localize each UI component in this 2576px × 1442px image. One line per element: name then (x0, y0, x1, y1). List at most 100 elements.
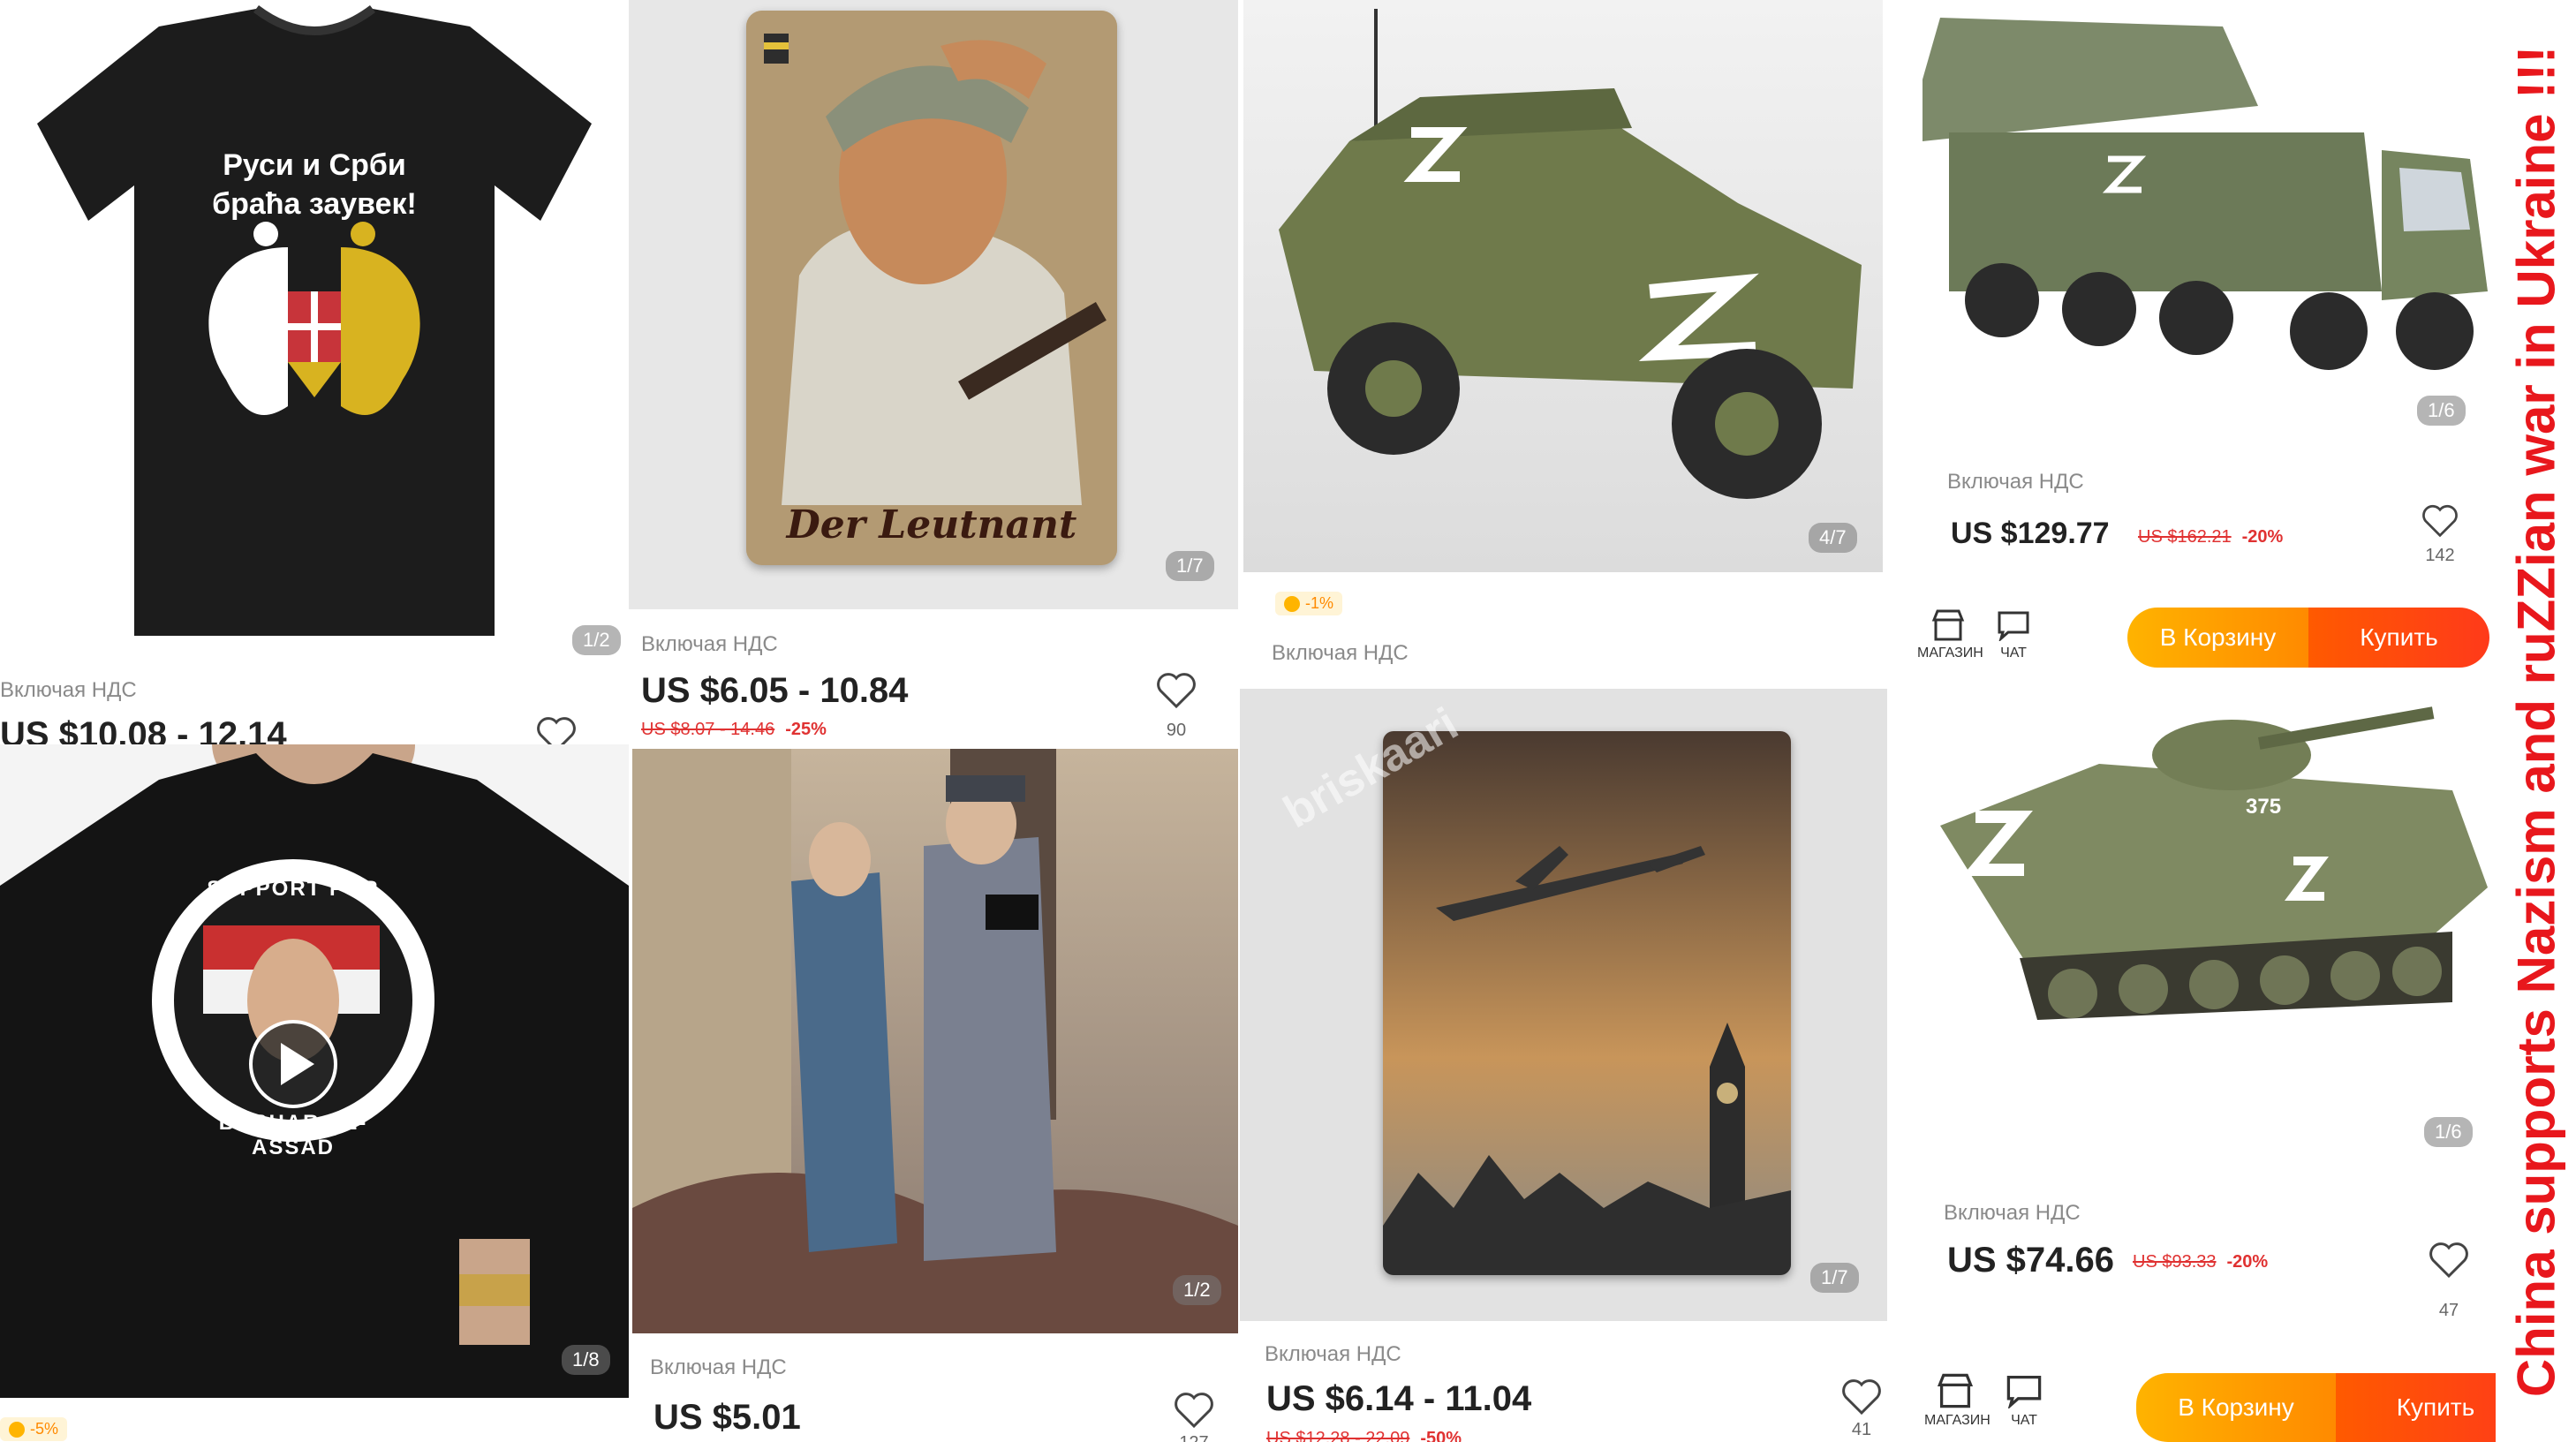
vat-label: Включая НДС (641, 632, 778, 656)
shirt-line-1: Руси и Срби (223, 148, 406, 182)
heart-icon[interactable] (2421, 503, 2459, 539)
poster-title: Der Leutnant (786, 502, 1077, 547)
product-card-z-vehicle-model[interactable]: 4/7 -1% Включая НДС (1238, 0, 1887, 689)
price: US $10.08 - 12.14 (0, 715, 287, 744)
product-photo[interactable]: Руси и Срби браћа заувек! 1/2 (0, 0, 629, 662)
product-photo[interactable]: 1/2 (632, 749, 1238, 1333)
heart-icon[interactable] (2428, 1241, 2470, 1280)
image-counter: 1/2 (572, 625, 621, 655)
old-price: US $8.07 - 14.46 -25% (641, 720, 827, 740)
product-photo[interactable]: Der Leutnant 1/7 (629, 0, 1238, 609)
buy-now-button[interactable]: Купить (2336, 1373, 2496, 1442)
product-card-tshirt-russia-serbia[interactable]: Руси и Срби браћа заувек! 1/2 Включая НД… (0, 0, 629, 744)
chat-button[interactable]: ЧАТ (1983, 609, 2044, 661)
badge-bottom-text: BASHAR AL-ASSAD (218, 1111, 368, 1159)
old-price-value: US $93.33 (2133, 1252, 2217, 1272)
image-counter: 1/7 (1166, 551, 1214, 581)
product-card-v1-london-sign[interactable]: briskaari 1/7 Включая НДС US $6.14 - 11.… (1238, 689, 1887, 1442)
old-price-value: US $12.28 - 22.09 (1266, 1429, 1410, 1442)
chat-icon (2006, 1375, 2042, 1410)
discount-percent: -25% (785, 720, 827, 739)
vat-label: Включая НДС (1272, 641, 1409, 665)
store-icon (1937, 1373, 1974, 1408)
store-button[interactable]: МАГАЗИН (1917, 609, 1983, 661)
image-counter: 1/6 (2424, 1117, 2473, 1147)
banner-text: China supports Nazism and ruZZian war in… (2506, 45, 2565, 1397)
likes-count: 47 (2438, 1301, 2459, 1320)
heart-icon[interactable] (1840, 1378, 1883, 1416)
price: US $5.01 (653, 1398, 801, 1437)
price: US $129.77 (1951, 517, 2110, 550)
price: US $6.14 - 11.04 (1266, 1379, 1532, 1418)
old-price: US $162.21 -20% (2138, 527, 2283, 547)
product-card-tshirt-assad[interactable]: SUPPORT FOR BASHAR AL-ASSAD 1/8 -5% (0, 744, 629, 1442)
promo-badge: -5% (0, 1417, 68, 1441)
product-photo[interactable]: 1/6 (1887, 0, 2496, 433)
promo-value: -5% (30, 1420, 59, 1438)
store-button[interactable]: МАГАЗИН (1924, 1373, 1991, 1429)
vat-label: Включая НДС (1947, 470, 2084, 494)
product-photo[interactable]: 4/7 (1243, 0, 1883, 572)
shirt-print-text: Руси и Срби браћа заувек! (0, 146, 629, 223)
image-counter: 1/6 (2417, 396, 2466, 426)
vat-label: Включая НДС (1265, 1342, 1401, 1366)
hull-number: 375 (2246, 795, 2282, 819)
truck-illustration (1923, 18, 2488, 370)
shirt-line-2: браћа заувек! (212, 187, 417, 221)
store-label: МАГАЗИН (1924, 1413, 1991, 1428)
likes-count: 127 (1167, 1433, 1220, 1442)
tin-sign (1383, 731, 1791, 1275)
bmp-illustration (1940, 706, 2488, 1020)
screenshot-collage: { "cells": [ { "id": "tshirt-russia-serb… (0, 0, 2576, 1442)
protest-banner: China supports Nazism and ruZZian war in… (2496, 0, 2576, 1442)
image-counter: 1/2 (1173, 1275, 1221, 1305)
store-icon (1931, 609, 1965, 641)
heart-icon[interactable] (1173, 1391, 1215, 1430)
add-to-cart-button[interactable]: В Корзину (2136, 1373, 2336, 1442)
tin-sign: Der Leutnant (746, 11, 1117, 565)
likes-count: 142 (2425, 546, 2455, 565)
likes-count: 90 (1166, 721, 1187, 740)
old-price: US $93.33 -20% (2133, 1252, 2268, 1272)
chat-button[interactable]: ЧАТ (1993, 1373, 2055, 1429)
discount-percent: -20% (2241, 527, 2284, 547)
v1-london-illustration (1383, 731, 1791, 1275)
product-card-pantsir-truck-model[interactable]: 1/6 Включая НДС US $129.77 US $162.21 -20… (1887, 0, 2496, 684)
buy-now-button[interactable]: Купить (2308, 608, 2489, 668)
chat-icon (1998, 611, 2029, 643)
vat-label: Включая НДС (0, 678, 137, 702)
image-counter: 1/7 (1810, 1263, 1859, 1293)
figures-illustration (632, 749, 1238, 1333)
heart-icon[interactable] (535, 715, 578, 744)
chat-label: ЧАТ (2000, 646, 2027, 661)
old-price: US $12.28 - 22.09 -50% (1266, 1429, 1462, 1442)
product-photo[interactable]: briskaari 1/7 (1240, 689, 1887, 1321)
discount-percent: -20% (2226, 1252, 2269, 1272)
product-card-der-leutnant-poster[interactable]: Der Leutnant 1/7 Включая НДС US $6.05 - … (629, 0, 1238, 744)
tshirt-model-illustration (0, 744, 629, 1398)
soldier-illustration (746, 11, 1117, 565)
vat-label: Включая НДС (1944, 1201, 2081, 1225)
product-photo[interactable]: SUPPORT FOR BASHAR AL-ASSAD 1/8 (0, 744, 629, 1398)
promo-badge: -1% (1275, 592, 1343, 615)
product-photo[interactable]: 375 1/6 (1923, 684, 2496, 1154)
coin-icon (1284, 595, 1300, 612)
price: US $6.05 - 10.84 (641, 671, 909, 710)
old-price-value: US $8.07 - 14.46 (641, 720, 775, 739)
product-card-handshake-figure[interactable]: 1/2 Включая НДС US $5.01 127 (629, 744, 1238, 1442)
price: US $74.66 (1947, 1241, 2115, 1280)
chat-label: ЧАТ (2011, 1413, 2037, 1428)
store-label: МАГАЗИН (1917, 646, 1983, 661)
heart-icon[interactable] (1155, 671, 1197, 710)
vat-label: Включая НДС (650, 1355, 787, 1379)
discount-percent: -50% (1420, 1429, 1462, 1442)
coin-icon (9, 1421, 25, 1438)
tshirt-illustration (37, 5, 592, 636)
vehicle-illustration (1279, 9, 1862, 499)
likes-count: 41 (1851, 1420, 1872, 1439)
product-card-bmp-model[interactable]: 375 1/6 Включая НДС US $74.66 US $93.33-… (1887, 684, 2496, 1442)
old-price-value: US $162.21 (2138, 527, 2232, 547)
image-counter: 1/8 (562, 1345, 610, 1375)
promo-value: -1% (1305, 594, 1334, 612)
add-to-cart-button[interactable]: В Корзину (2127, 608, 2308, 668)
